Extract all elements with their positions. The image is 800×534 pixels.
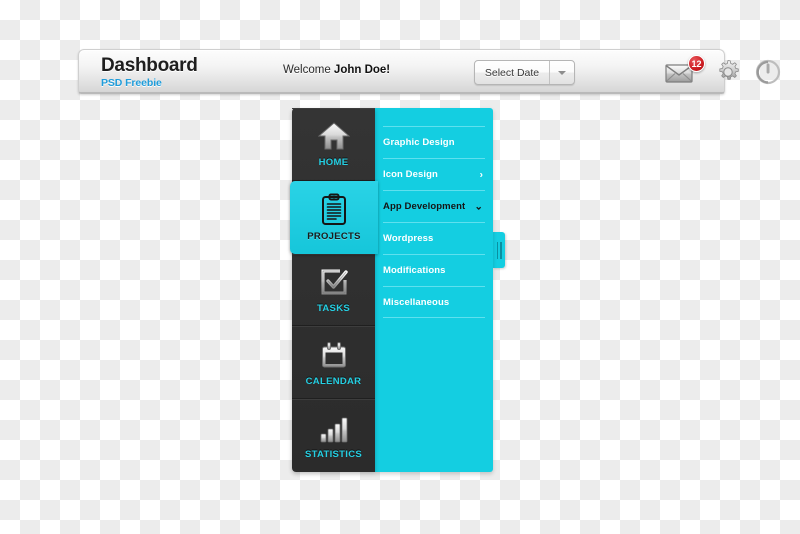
dashboard-title: Dashboard <box>101 55 198 76</box>
main-sidebar: HOME PROJECTS TASKS CALENDAR STATISTICS <box>290 108 378 472</box>
welcome-message: Welcome John Doe! <box>283 64 390 76</box>
page-title: Dashboard PSD Freebie <box>101 55 198 89</box>
chevron-down-icon: ⌄ <box>474 201 483 212</box>
submenu-item-app-development[interactable]: App Development ⌄ <box>383 190 485 222</box>
sidebar-item-label: CALENDAR <box>305 375 362 387</box>
date-select-label: Select Date <box>484 66 540 79</box>
submenu-item-modifications[interactable]: Modifications <box>383 254 485 286</box>
sidebar-item-home[interactable]: HOME <box>292 108 375 181</box>
caret-shape <box>558 70 566 75</box>
power-icon[interactable] <box>755 59 785 89</box>
top-header-bar: Dashboard PSD Freebie Welcome John Doe! … <box>78 49 781 94</box>
drag-handle-icon[interactable] <box>493 232 505 268</box>
gear-icon[interactable] <box>715 59 745 89</box>
submenu-item-wordpress[interactable]: Wordpress <box>383 222 485 254</box>
sidebar-item-label: STATISTICS <box>304 449 362 461</box>
grip-line <box>496 241 498 259</box>
home-icon <box>317 119 350 151</box>
sidebar-item-label: TASKS <box>317 302 350 314</box>
submenu-panel: Graphic Design Icon Design › App Develop… <box>375 108 493 472</box>
dashboard-subtitle: PSD Freebie <box>101 77 162 89</box>
submenu-item-icon-design[interactable]: Icon Design › <box>383 158 485 190</box>
submenu-label: App Development <box>383 201 466 212</box>
checkbox-icon <box>319 265 349 297</box>
grip-line <box>500 241 502 259</box>
submenu-item-graphic-design[interactable]: Graphic Design <box>383 126 485 158</box>
submenu-label: Icon Design <box>383 169 438 180</box>
submenu-label: Wordpress <box>383 233 434 244</box>
chevron-right-icon: › <box>479 169 483 180</box>
bar-chart-icon <box>319 411 349 443</box>
mail-icon[interactable]: 12 <box>665 55 705 88</box>
submenu-item-miscellaneous[interactable]: Miscellaneous <box>383 286 485 318</box>
calendar-icon <box>319 338 349 370</box>
date-select-dropdown[interactable]: Select Date <box>474 60 575 85</box>
sidebar-item-statistics[interactable]: STATISTICS <box>292 399 375 472</box>
welcome-username: John Doe! <box>333 64 391 76</box>
submenu-label: Miscellaneous <box>383 296 450 308</box>
sidebar-item-tasks[interactable]: TASKS <box>292 254 375 327</box>
mail-badge-count: 12 <box>688 55 705 72</box>
sidebar-item-calendar[interactable]: CALENDAR <box>292 326 375 400</box>
sidebar-item-label: PROJECTS <box>307 230 361 242</box>
chevron-down-icon[interactable] <box>549 61 574 84</box>
submenu-label: Modifications <box>383 265 446 276</box>
welcome-prefix: Welcome <box>283 64 334 76</box>
submenu-label: Graphic Design <box>383 137 455 148</box>
sidebar-item-label: HOME <box>318 157 349 169</box>
clipboard-icon <box>320 193 348 225</box>
sidebar-item-projects[interactable]: PROJECTS <box>290 180 378 254</box>
